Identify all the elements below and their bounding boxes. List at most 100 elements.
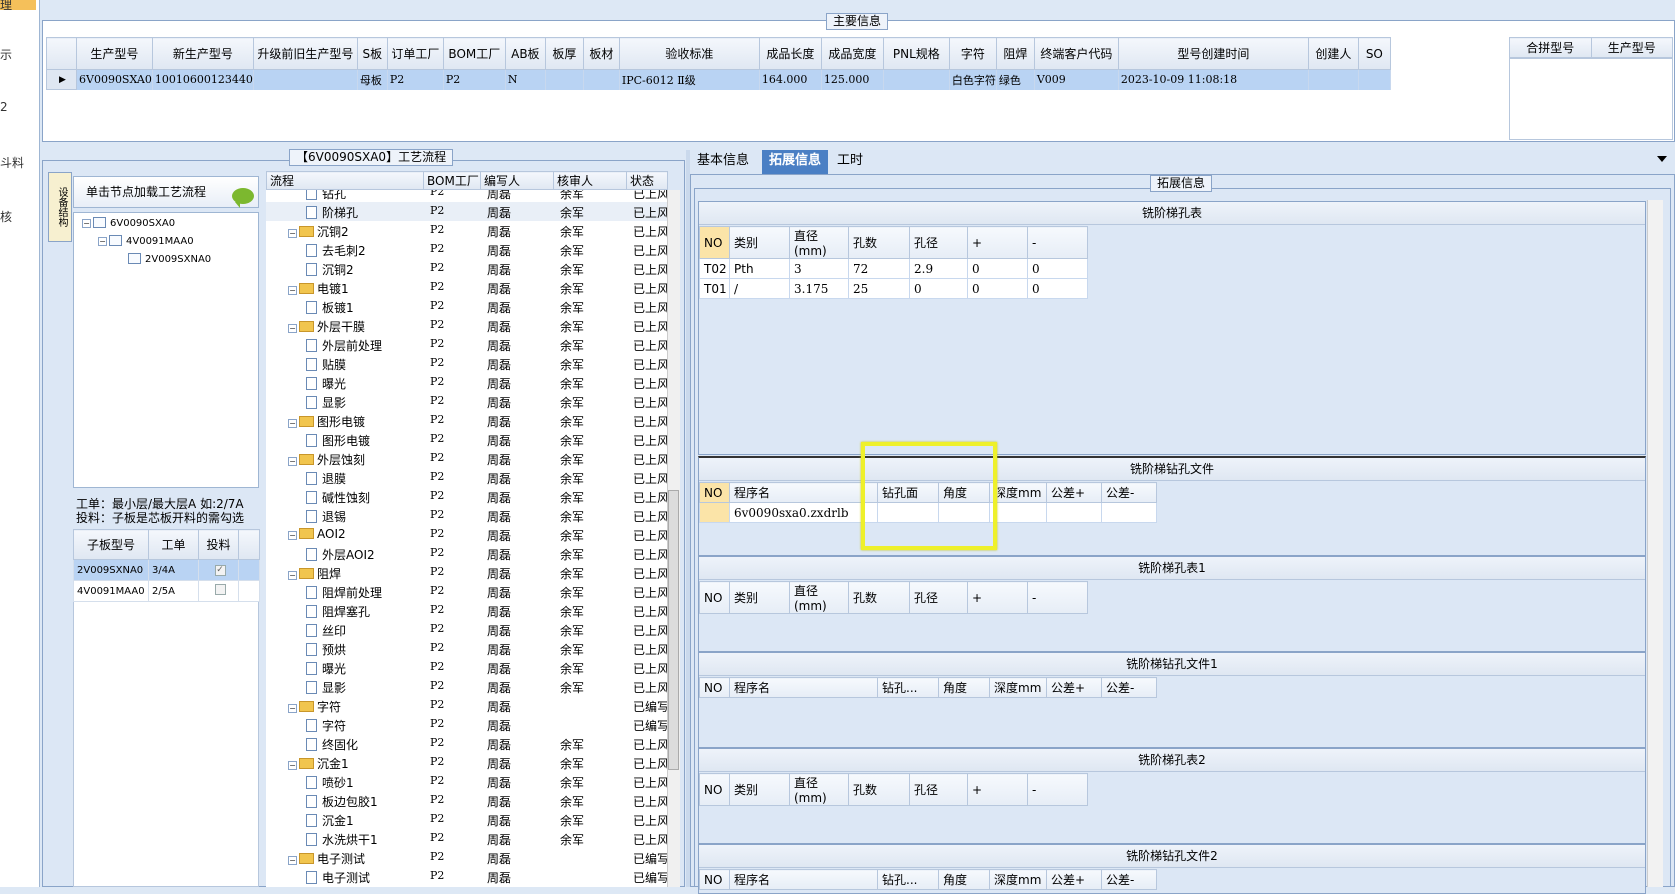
main-cell[interactable]: 6V0090SXA0 (76, 69, 153, 90)
grid-cell[interactable]: 3 (789, 258, 849, 279)
main-col-header[interactable]: 验收标准 (618, 37, 760, 70)
process-row[interactable]: 喷砂1 P2 周磊 余军 已上风 (266, 772, 667, 791)
main-cell[interactable]: 2023-10-09 11:08:18 (1118, 69, 1309, 90)
left-nav-item[interactable]: 理 (0, 0, 12, 13)
grid-cell[interactable]: 0 (967, 258, 1028, 279)
collapse-icon[interactable]: − (288, 419, 297, 428)
main-col-header[interactable]: 型号创建时间 (1117, 37, 1309, 70)
grid-col-header[interactable]: 程序名 (729, 677, 878, 698)
process-row[interactable]: 沉铜2 P2 周磊 余军 已上风 (266, 259, 667, 278)
grid-col-header[interactable]: 公差- (1101, 677, 1157, 698)
collapse-icon[interactable]: − (288, 531, 297, 540)
process-row[interactable]: − 外层干膜 P2 周磊 余军 已上风 (266, 316, 667, 335)
tab-basic-info[interactable]: 基本信息 (690, 150, 756, 174)
side-tab-structure[interactable]: 设备结构 (48, 172, 72, 242)
tree-node[interactable]: − 4V0091MAA0 (98, 235, 194, 247)
grid-col-header[interactable]: 公差+ (1046, 677, 1102, 698)
main-cell[interactable]: P2 (443, 69, 506, 90)
process-row[interactable]: 碱性蚀刻 P2 周磊 余军 已上风 (266, 487, 667, 506)
proc-col-header[interactable]: 状态 (626, 171, 668, 190)
grid-col-header[interactable]: - (1027, 581, 1088, 614)
process-row[interactable]: 钻孔 P2 周磊 余军 已上风 (266, 190, 667, 202)
process-row[interactable]: 外层AOI2 P2 周磊 余军 已上风 (266, 544, 667, 563)
left-nav-item[interactable]: 示 (0, 46, 12, 63)
feed-checkbox[interactable] (214, 584, 226, 595)
process-row[interactable]: 字符 P2 周磊 已编写 (266, 715, 667, 734)
process-row[interactable]: − 阻焊 P2 周磊 余军 已上风 (266, 563, 667, 582)
grid-col-header[interactable]: 角度 (938, 677, 990, 698)
grid-col-header[interactable]: 公差+ (1046, 482, 1102, 503)
grid-col-header[interactable]: 程序名 (729, 482, 878, 503)
grid-col-header[interactable]: 钻孔... (877, 677, 939, 698)
sub-col-header[interactable]: 工单 (148, 529, 199, 560)
process-row[interactable]: 曝光 P2 周磊 余军 已上风 (266, 373, 667, 392)
left-nav-item[interactable]: 核 (0, 208, 12, 225)
chevron-down-icon[interactable] (1657, 156, 1667, 162)
table-row[interactable]: 2V009SXNA0 3/4A ✓ (73, 559, 260, 581)
main-cell[interactable]: 白色字符 (949, 69, 997, 90)
collapse-icon[interactable]: − (288, 324, 297, 333)
main-col-header[interactable]: 成品长度 (758, 37, 822, 70)
collapse-icon[interactable]: − (288, 457, 297, 466)
feed-checkbox[interactable]: ✓ (214, 565, 226, 576)
table-row[interactable]: 4V0091MAA0 2/5A (73, 580, 260, 602)
grid-col-header[interactable]: 深度mm (989, 677, 1047, 698)
process-row[interactable]: 阻焊前处理 P2 周磊 余军 已上风 (266, 582, 667, 601)
main-col-header[interactable]: 板厚 (544, 37, 584, 70)
grid-col-header[interactable]: - (1027, 773, 1088, 806)
grid-cell[interactable]: 0 (1027, 258, 1088, 279)
table-row[interactable]: T01/3.175 25 0 0 0 (699, 278, 1088, 299)
left-nav-item[interactable]: 2 (0, 100, 8, 114)
grid-cell[interactable] (699, 502, 730, 523)
grid-col-header[interactable]: 孔数 (848, 581, 910, 614)
merge-col-header[interactable]: 合拼型号 (1509, 37, 1592, 58)
grid-cell[interactable] (1101, 502, 1157, 523)
process-row[interactable]: 阶梯孔 P2 周磊 余军 已上风 (266, 202, 667, 221)
main-col-header[interactable]: 终端客户代码 (1033, 37, 1119, 70)
main-cell[interactable]: V009 (1034, 69, 1119, 90)
proc-col-header[interactable]: 编写人 (480, 171, 554, 190)
collapse-icon[interactable]: − (98, 237, 107, 246)
collapse-icon[interactable]: − (288, 286, 297, 295)
process-row[interactable]: 去毛刺2 P2 周磊 余军 已上风 (266, 240, 667, 259)
main-cell[interactable]: IPC-6012 Ⅱ级 (619, 69, 760, 90)
process-row[interactable]: 外层前处理 P2 周磊 余军 已上风 (266, 335, 667, 354)
main-cell[interactable]: 125.000 (821, 69, 884, 90)
grid-col-header[interactable]: 类别 (729, 581, 790, 614)
main-col-header[interactable]: 新生产型号 (151, 37, 254, 70)
process-row[interactable]: 电子测试 P2 周磊 已编写 (266, 867, 667, 886)
grid-col-header[interactable]: - (1027, 226, 1088, 259)
collapse-icon[interactable]: − (288, 761, 297, 770)
grid-col-header[interactable]: 孔数 (848, 226, 910, 259)
process-scroll-thumb[interactable] (668, 490, 679, 770)
process-row[interactable]: 阻焊塞孔 P2 周磊 余军 已上风 (266, 601, 667, 620)
process-row[interactable]: − AOI2 P2 周磊 余军 已上风 (266, 525, 667, 544)
grid-col-header[interactable]: 孔径 (909, 581, 968, 614)
grid-col-header[interactable]: 公差- (1101, 482, 1157, 503)
main-col-header[interactable]: S板 (356, 37, 388, 70)
main-cell[interactable] (583, 69, 620, 90)
main-cell[interactable] (1358, 69, 1391, 90)
process-row[interactable]: 贴膜 P2 周磊 余军 已上风 (266, 354, 667, 373)
grid-col-header[interactable]: + (967, 581, 1028, 614)
process-row[interactable]: 沉金1 P2 周磊 余军 已上风 (266, 810, 667, 829)
merge-col-header[interactable]: 生产型号 (1590, 37, 1673, 58)
grid-cell[interactable]: 72 (848, 258, 910, 279)
process-row[interactable]: 曝光 P2 周磊 余军 已上风 (266, 658, 667, 677)
left-nav-item[interactable]: 斗料 (0, 154, 24, 171)
proc-col-header[interactable]: 核审人 (553, 171, 627, 190)
grid-col-header[interactable]: 孔径 (909, 773, 968, 806)
grid-col-header[interactable]: 孔径 (909, 226, 968, 259)
tree-node[interactable]: 2V009SXNA0 (128, 253, 211, 265)
grid-col-header[interactable]: NO (699, 482, 730, 503)
grid-cell[interactable]: 0 (909, 278, 968, 299)
collapse-icon[interactable]: − (288, 571, 297, 580)
process-row[interactable]: − 图形电镀 P2 周磊 余军 已上风 (266, 411, 667, 430)
grid-cell[interactable]: 2.9 (909, 258, 968, 279)
grid-cell[interactable]: 0 (967, 278, 1028, 299)
process-row[interactable]: 丝印 P2 周磊 余军 已上风 (266, 620, 667, 639)
grid-cell[interactable] (1046, 502, 1102, 523)
grid-col-header[interactable]: 类别 (729, 226, 790, 259)
process-row[interactable]: 板边包胶1 P2 周磊 余军 已上风 (266, 791, 667, 810)
main-cell[interactable]: N (505, 69, 546, 90)
